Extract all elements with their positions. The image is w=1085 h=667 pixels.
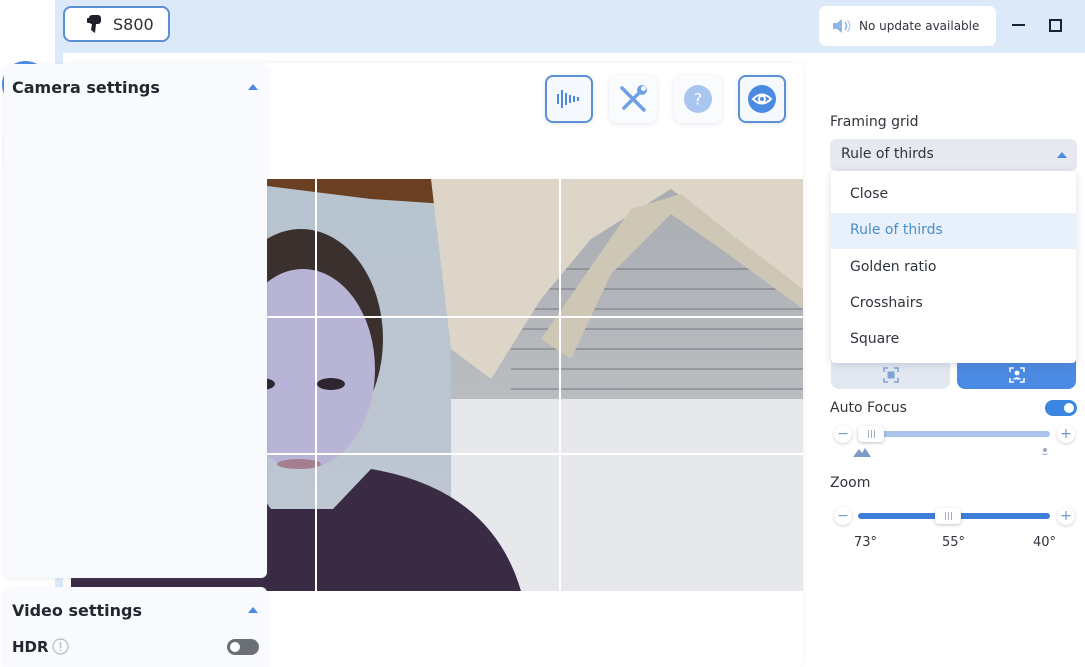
auto-focus-toggle[interactable] xyxy=(1045,400,1077,416)
toggle-knob xyxy=(230,642,240,652)
zoom-tick-wide: 73° xyxy=(854,535,878,550)
zoom-slider-thumb[interactable] xyxy=(935,508,961,524)
svg-text:?: ? xyxy=(694,90,703,109)
frame-mode-fixed-button[interactable] xyxy=(831,360,950,389)
focus-slider-track[interactable] xyxy=(858,431,1050,437)
zoom-label: Zoom xyxy=(830,475,871,491)
collapse-video-settings-icon[interactable] xyxy=(248,607,258,613)
zoom-decrease-button[interactable]: − xyxy=(834,507,852,525)
option-crosshairs[interactable]: Crosshairs xyxy=(831,286,1076,322)
option-golden-ratio[interactable]: Golden ratio xyxy=(831,250,1076,286)
video-settings-card: Video settings HDR xyxy=(4,587,267,667)
help-icon: ? xyxy=(684,85,712,113)
focus-decrease-button[interactable]: − xyxy=(834,425,852,443)
device-selector[interactable]: S800 xyxy=(63,6,170,42)
preview-toggle-button[interactable] xyxy=(738,75,786,123)
option-square[interactable]: Square xyxy=(831,322,1076,358)
chevron-up-icon xyxy=(1057,152,1067,158)
zoom-increase-button[interactable]: + xyxy=(1057,507,1075,525)
collapse-camera-settings-icon[interactable] xyxy=(248,84,258,90)
grid-line-vertical-1 xyxy=(315,179,317,591)
grid-line-vertical-2 xyxy=(559,179,561,591)
framing-grid-dropdown: Close Rule of thirds Golden ratio Crossh… xyxy=(831,171,1076,363)
wrench-screwdriver-icon xyxy=(620,85,647,112)
option-close[interactable]: Close xyxy=(831,177,1076,213)
update-status: No update available xyxy=(819,6,996,46)
audio-button[interactable] xyxy=(545,75,593,123)
speaker-icon xyxy=(833,19,851,33)
focus-slider-thumb[interactable] xyxy=(858,426,884,442)
flower-icon xyxy=(1041,448,1049,455)
camera-settings-card: Camera settings xyxy=(4,64,267,578)
frame-icon xyxy=(882,366,899,383)
zoom-tick-narrow: 40° xyxy=(1033,535,1057,550)
minimize-button[interactable] xyxy=(1012,24,1025,26)
toggle-knob xyxy=(1064,403,1074,413)
camera-settings-title: Camera settings xyxy=(12,78,160,97)
hdr-toggle[interactable] xyxy=(227,639,259,655)
info-icon[interactable] xyxy=(52,638,69,655)
frame-mode-auto-button[interactable] xyxy=(957,360,1076,389)
maximize-button[interactable] xyxy=(1049,19,1062,32)
auto-focus-label: Auto Focus xyxy=(830,400,907,416)
framing-grid-select[interactable]: Rule of thirds xyxy=(830,139,1077,171)
update-status-text: No update available xyxy=(859,19,980,33)
person-frame-icon xyxy=(1008,366,1025,383)
webcam-icon xyxy=(87,15,101,33)
mountain-icon xyxy=(853,448,871,457)
option-rule-of-thirds[interactable]: Rule of thirds xyxy=(831,213,1076,249)
focus-increase-button[interactable]: + xyxy=(1057,425,1075,443)
framing-grid-value: Rule of thirds xyxy=(841,146,934,162)
device-name: S800 xyxy=(113,14,154,34)
hdr-label: HDR xyxy=(12,638,49,656)
video-settings-title: Video settings xyxy=(12,601,142,620)
framing-grid-label: Framing grid xyxy=(830,114,919,130)
tools-button[interactable] xyxy=(609,75,657,123)
eye-icon xyxy=(748,85,776,113)
audio-wave-icon xyxy=(557,90,579,108)
help-button[interactable]: ? xyxy=(674,75,722,123)
zoom-tick-mid: 55° xyxy=(942,535,966,550)
